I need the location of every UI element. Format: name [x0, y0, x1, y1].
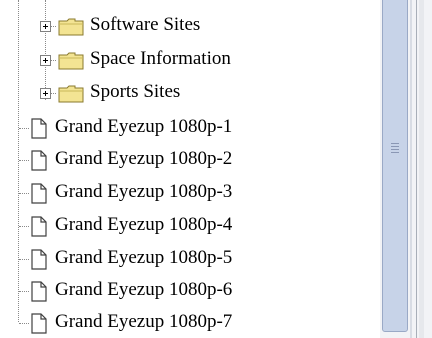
tree-connector-line — [19, 193, 29, 194]
tree-item-label: Grand Eyezup 1080p-1 — [55, 116, 233, 137]
scrollbar-thumb[interactable] — [382, 0, 408, 332]
tree-item-folder[interactable]: Space Information — [0, 44, 380, 77]
tree-item-document[interactable]: Grand Eyezup 1080p-1 — [0, 112, 380, 145]
tree-item-label: Grand Eyezup 1080p-6 — [55, 279, 233, 300]
folder-icon — [58, 18, 84, 36]
tree-item-label: Grand Eyezup 1080p-5 — [55, 247, 233, 268]
scrollbar-grip-icon — [391, 143, 399, 144]
document-icon — [31, 183, 47, 204]
document-icon — [31, 249, 47, 270]
folder-tree: Software Sites Space Information Sports … — [0, 0, 380, 338]
tree-item-label: Grand Eyezup 1080p-3 — [55, 181, 233, 202]
tree-item-label: Grand Eyezup 1080p-7 — [55, 311, 233, 332]
document-icon — [31, 216, 47, 237]
tree-item-folder[interactable]: Software Sites — [0, 10, 380, 43]
expand-plus-icon[interactable] — [40, 55, 51, 66]
tree-item-document[interactable]: Grand Eyezup 1080p-3 — [0, 177, 380, 210]
tree-item-label: Sports Sites — [90, 81, 181, 102]
tree-item-document[interactable]: Grand Eyezup 1080p-6 — [0, 275, 380, 308]
tree-item-folder[interactable]: Sports Sites — [0, 77, 380, 110]
frame-edge-line — [419, 0, 424, 338]
tree-item-document[interactable]: Grand Eyezup 1080p-4 — [0, 210, 380, 243]
tree-item-document[interactable]: Grand Eyezup 1080p-5 — [0, 243, 380, 276]
scrollbar-grip-icon — [391, 152, 399, 153]
tree-item-label: Grand Eyezup 1080p-4 — [55, 214, 233, 235]
tree-item-document[interactable]: Grand Eyezup 1080p-2 — [0, 144, 380, 177]
window-frame-edge — [410, 0, 432, 338]
scrollbar-grip-icon — [391, 149, 399, 150]
tree-connector-line — [19, 259, 29, 260]
folder-icon — [58, 52, 84, 70]
tree-connector-line — [19, 291, 29, 292]
tree-item-label: Space Information — [90, 48, 231, 69]
tree-connector-line — [19, 226, 29, 227]
folder-icon — [58, 85, 84, 103]
expand-plus-icon[interactable] — [40, 21, 51, 32]
expand-plus-icon[interactable] — [40, 88, 51, 99]
tree-item-label: Grand Eyezup 1080p-2 — [55, 148, 233, 169]
document-icon — [31, 150, 47, 171]
document-icon — [31, 281, 47, 302]
scrollbar-grip-icon — [391, 146, 399, 147]
tree-connector-line — [19, 160, 29, 161]
tree-item-document[interactable]: Grand Eyezup 1080p-7 — [0, 307, 380, 338]
document-icon — [31, 118, 47, 139]
tree-connector-line — [19, 128, 29, 129]
tree-item-partial[interactable] — [0, 0, 380, 6]
tree-connector-line — [19, 323, 29, 324]
frame-edge-line — [410, 0, 412, 338]
tree-item-label: Software Sites — [90, 14, 201, 35]
frame-edge-line — [416, 0, 417, 338]
document-icon — [31, 313, 47, 334]
